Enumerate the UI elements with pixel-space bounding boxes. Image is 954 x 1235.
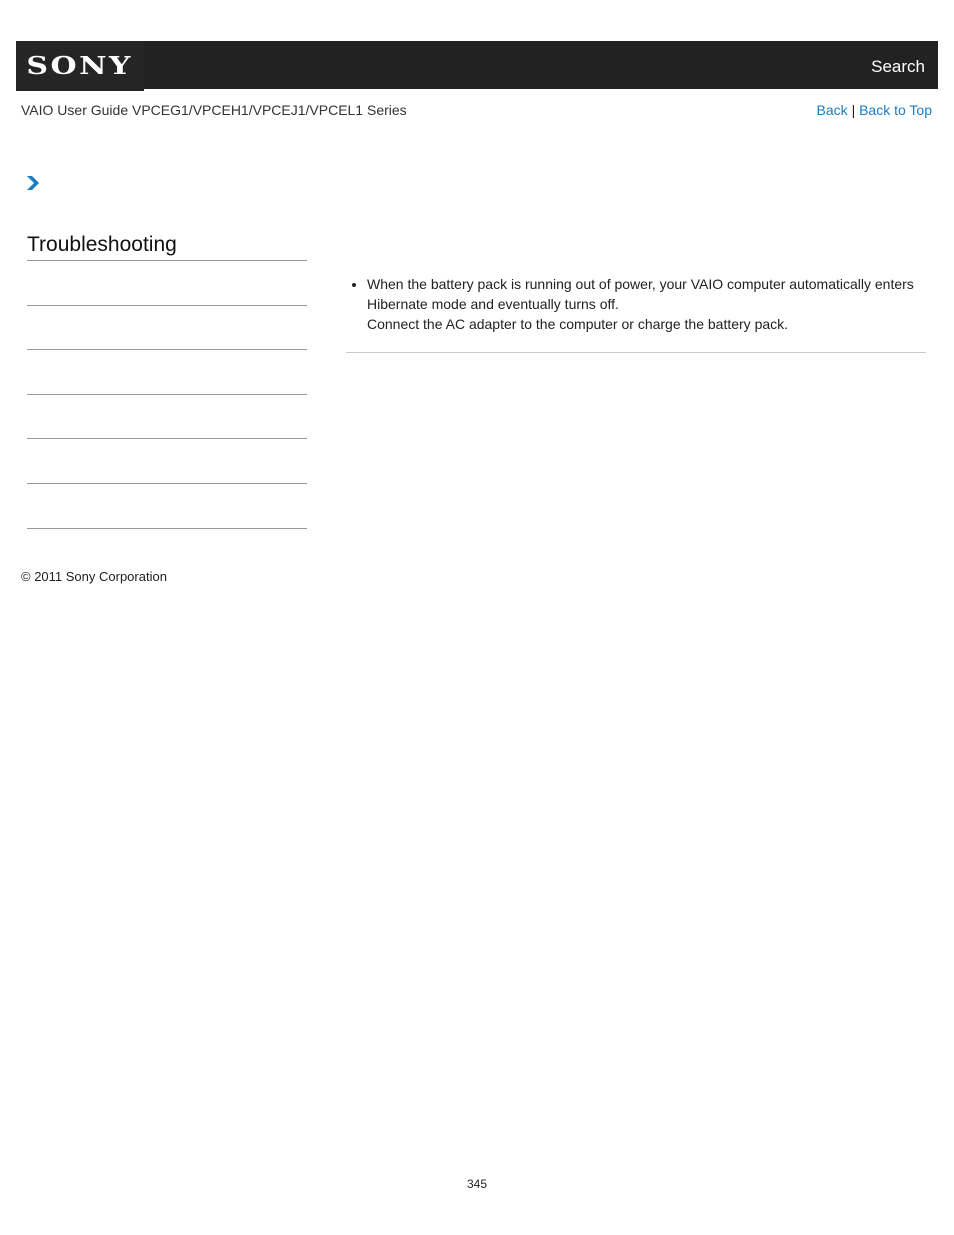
list-item: When the battery pack is running out of … (352, 274, 926, 334)
link-separator: | (851, 102, 856, 118)
search-button[interactable]: Search (871, 57, 925, 77)
sony-logo[interactable]: SONY (16, 41, 144, 91)
bullet-text: When the battery pack is running out of … (367, 276, 914, 312)
copyright: © 2011 Sony Corporation (21, 569, 167, 584)
page-number: 345 (466, 1177, 488, 1191)
back-link[interactable]: Back (817, 102, 848, 118)
sidebar-item[interactable] (27, 260, 307, 305)
sidebar-item[interactable] (27, 304, 307, 350)
bullet-list: When the battery pack is running out of … (346, 274, 926, 334)
guide-title: VAIO User Guide VPCEG1/VPCEH1/VPCEJ1/VPC… (21, 102, 407, 118)
sidebar (27, 260, 307, 529)
top-nav-links: Back | Back to Top (817, 102, 932, 119)
section-title: Troubleshooting (27, 233, 177, 256)
bullet-icon (352, 283, 356, 287)
header-bar (16, 41, 938, 89)
logo-text: SONY (26, 50, 134, 80)
main-content: When the battery pack is running out of … (346, 274, 926, 334)
chevron-right-icon[interactable] (26, 175, 40, 191)
sidebar-item[interactable] (27, 349, 307, 394)
sidebar-divider (27, 527, 307, 529)
sidebar-item[interactable] (27, 438, 307, 483)
sidebar-item[interactable] (27, 482, 307, 528)
content-divider (346, 352, 926, 353)
back-to-top-link[interactable]: Back to Top (859, 102, 932, 118)
bullet-text-followup: Connect the AC adapter to the computer o… (367, 316, 789, 332)
sidebar-item[interactable] (27, 393, 307, 439)
